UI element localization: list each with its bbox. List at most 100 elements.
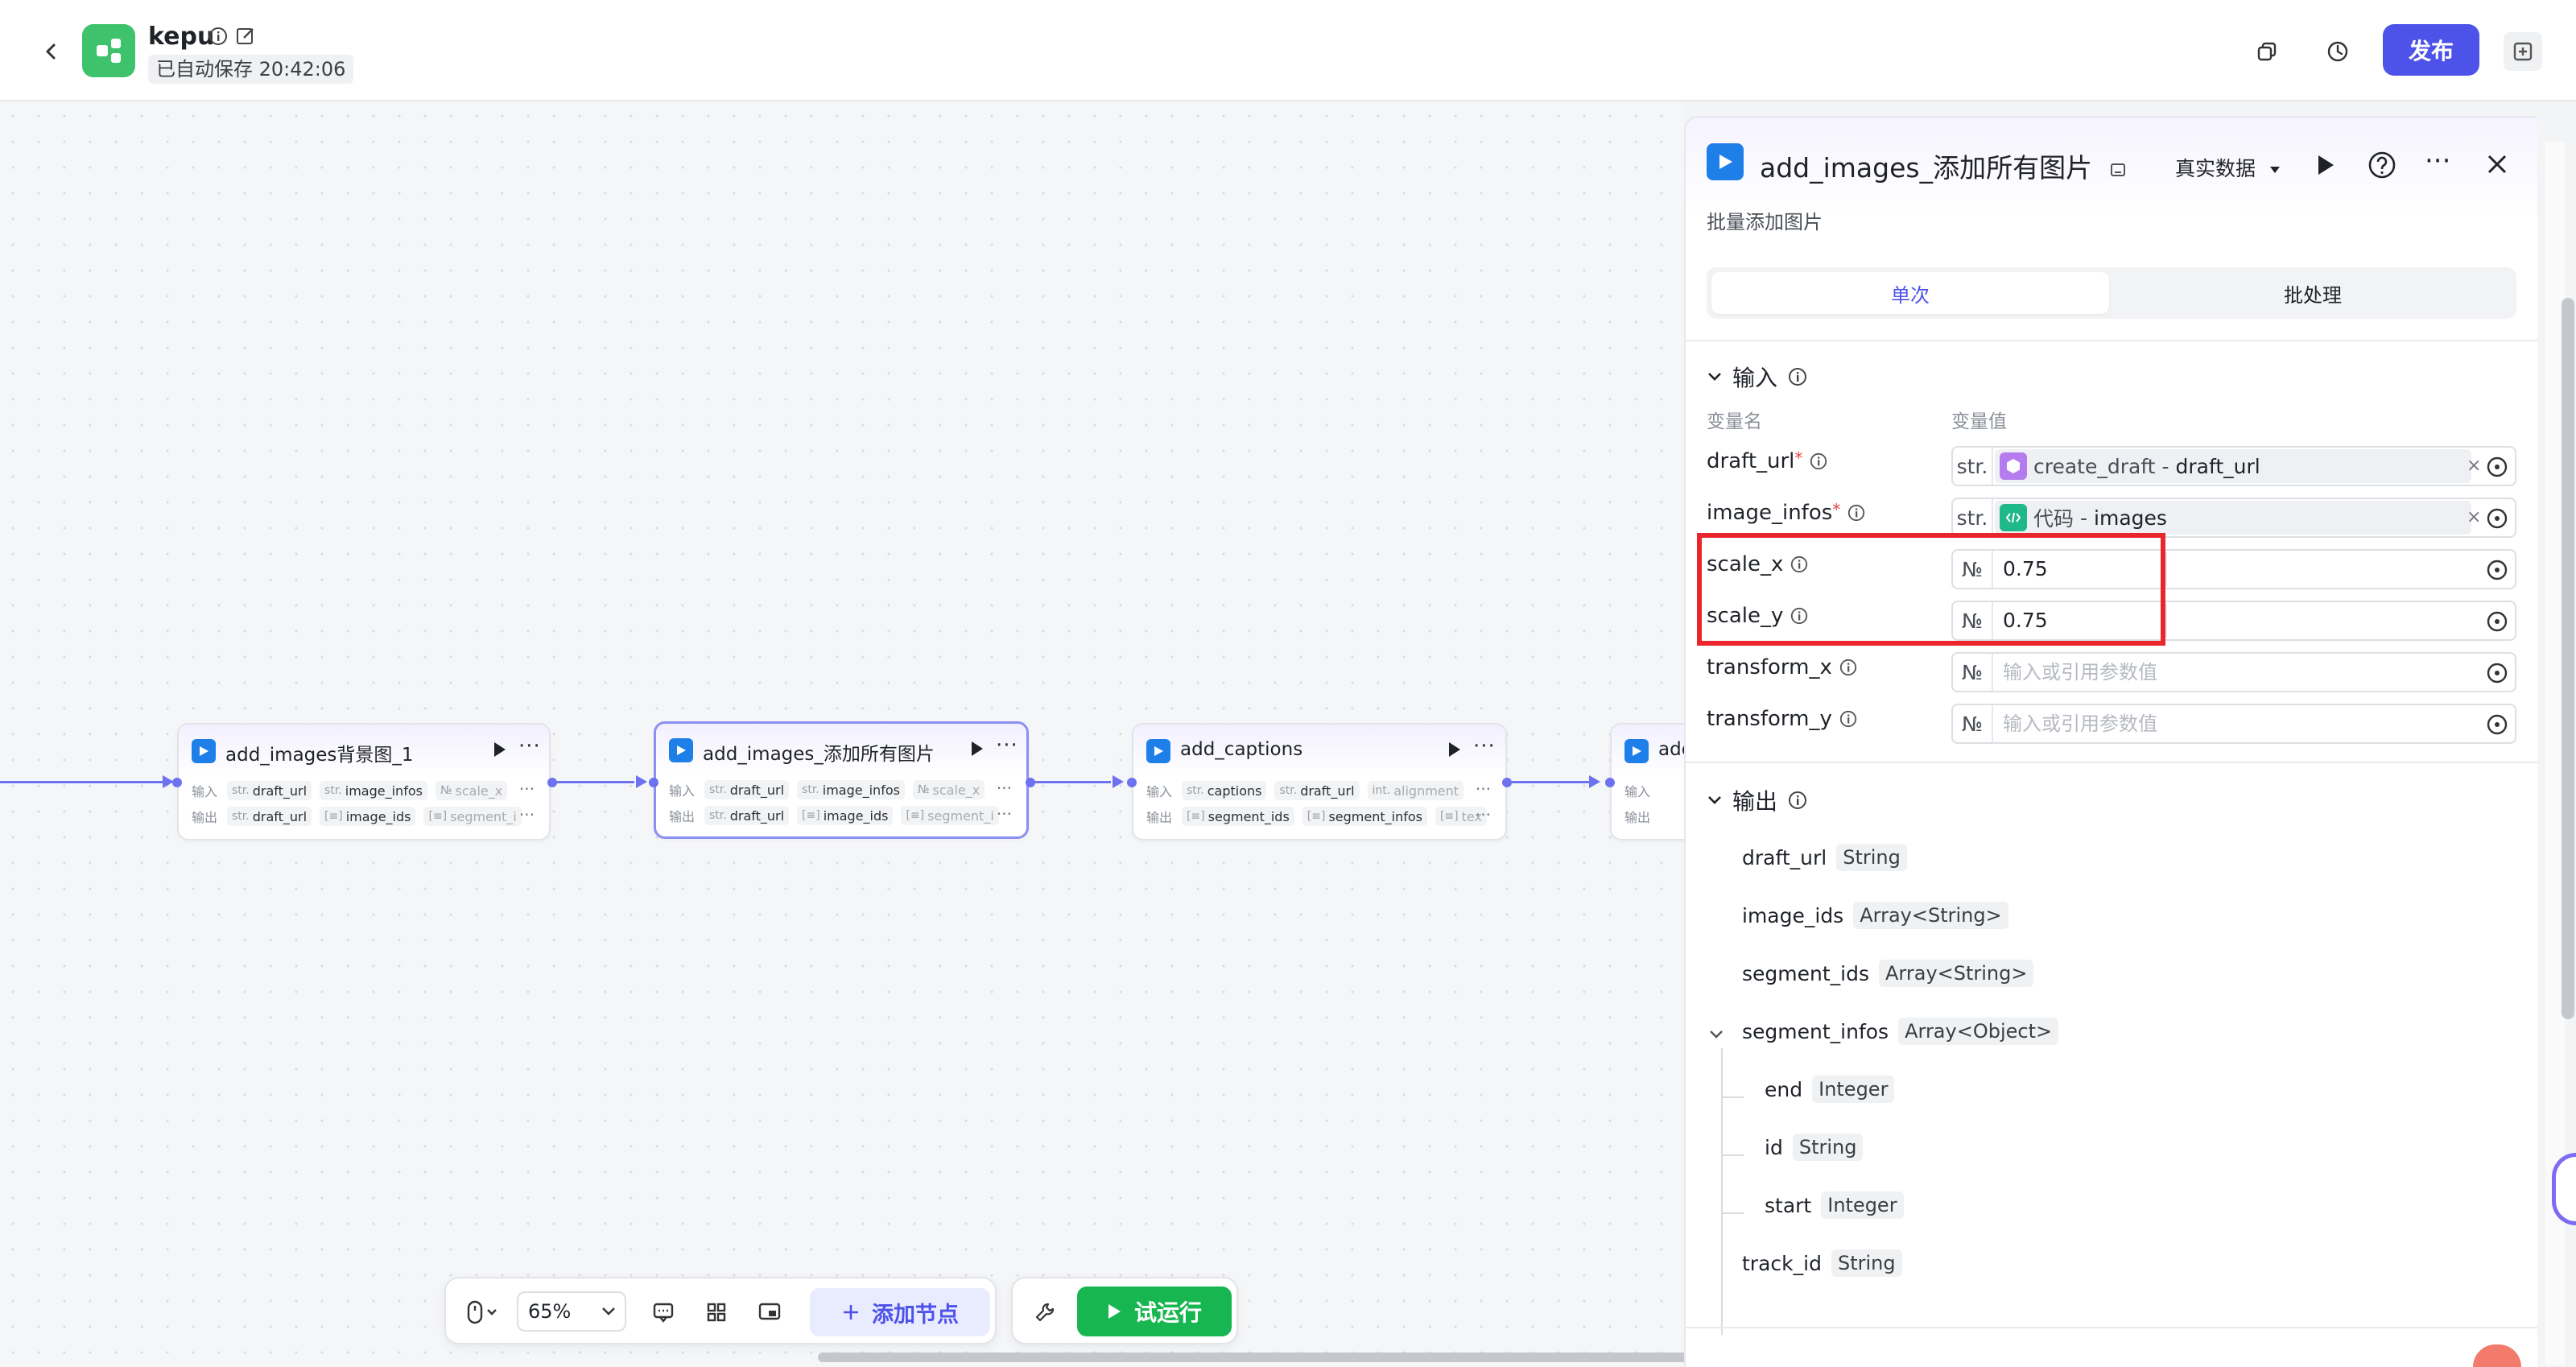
field-label-transform-y: transform_y	[1707, 707, 1858, 731]
transform-x-input[interactable]: № 输入或引用参数值	[1951, 652, 2516, 692]
tab-batch[interactable]: 批处理	[2114, 272, 2512, 314]
assistant-avatar[interactable]	[2552, 1153, 2576, 1225]
vertical-scrollbar[interactable]	[2562, 298, 2574, 1019]
run-node-icon[interactable]	[972, 741, 983, 756]
edge	[1032, 781, 1111, 783]
more-icon[interactable]: ···	[1473, 734, 1496, 758]
more-icon[interactable]: ···	[996, 733, 1018, 758]
debug-button[interactable]	[1027, 1295, 1063, 1330]
more-params-icon[interactable]: ···	[519, 779, 535, 799]
clear-button[interactable]: ×	[2467, 499, 2481, 536]
input-port[interactable]	[649, 778, 658, 787]
draft-url-input[interactable]: str. create_draft - draft_url ×	[1951, 446, 2516, 486]
divider	[1686, 1327, 2537, 1328]
help-icon[interactable]	[2367, 150, 2397, 180]
param-name: draft_url	[252, 808, 308, 824]
param-chip: str. image_infos	[797, 780, 905, 799]
caret-down-icon	[2269, 167, 2280, 173]
reference-target-icon[interactable]	[2486, 713, 2508, 736]
row-label: 输入	[1146, 784, 1173, 799]
code-icon	[2000, 504, 2027, 531]
test-run-button[interactable]: 试运行	[1077, 1286, 1232, 1336]
info-icon[interactable]	[1839, 658, 1858, 677]
more-icon[interactable]: ···	[2425, 145, 2450, 177]
panel-toggle-button[interactable]	[2504, 32, 2542, 71]
info-icon[interactable]	[208, 26, 229, 47]
more-params-icon[interactable]: ···	[997, 804, 1012, 824]
interaction-mode-button[interactable]	[459, 1295, 507, 1330]
reference-chip[interactable]: create_draft - draft_url	[1995, 449, 2471, 483]
more-params-icon[interactable]: ···	[997, 778, 1012, 798]
workflow-canvas[interactable]: add_images背景图_1 ··· 输入 str. draft_url str…	[0, 103, 1684, 1367]
comment-button[interactable]	[646, 1295, 681, 1330]
param-name: segment_i	[450, 808, 517, 824]
node-output-row: 输出 str. draft_url [≡] image_ids [≡] segment…	[192, 803, 549, 829]
param-name: scale_x	[455, 783, 503, 799]
input-port[interactable]	[1605, 778, 1615, 787]
node-title: add_images_添加所有图片	[703, 744, 935, 765]
row-label: 输出	[192, 810, 218, 825]
image-infos-input[interactable]: str. 代码 - images ×	[1951, 498, 2516, 538]
panel-title[interactable]: add_images_添加所有图片	[1760, 147, 2127, 185]
info-icon[interactable]	[1787, 366, 1808, 387]
node-type-icon	[192, 739, 216, 763]
publish-button[interactable]: 发布	[2383, 24, 2479, 76]
type-tag: [≡]	[1439, 810, 1459, 823]
input-port[interactable]	[172, 778, 182, 787]
zoom-select[interactable]: 65%	[517, 1291, 626, 1332]
chevron-down-icon[interactable]	[1708, 1029, 1724, 1040]
output-section-toggle[interactable]: 输出	[1707, 784, 1808, 816]
edit-name-icon[interactable]	[2109, 161, 2127, 179]
output-port[interactable]	[1502, 778, 1512, 787]
reference-target-icon[interactable]	[2486, 610, 2508, 633]
data-mode-dropdown[interactable]: 真实数据	[2175, 153, 2281, 182]
more-params-icon[interactable]: ···	[519, 805, 535, 824]
run-node-icon[interactable]	[494, 742, 506, 757]
input-port[interactable]	[1127, 778, 1137, 787]
input-section-toggle[interactable]: 输入	[1707, 361, 1808, 393]
more-icon[interactable]: ···	[518, 734, 541, 758]
edit-icon[interactable]	[235, 26, 256, 47]
type-tag: str.	[709, 783, 727, 796]
workflow-node[interactable]: add 输入 输出	[1610, 723, 1684, 840]
info-icon[interactable]	[1787, 790, 1808, 811]
reference-target-icon[interactable]	[2486, 662, 2508, 684]
info-icon[interactable]	[1839, 709, 1858, 729]
layout-button[interactable]	[699, 1295, 734, 1330]
reference-target-icon[interactable]	[2486, 507, 2508, 530]
type-tag: [≡]	[906, 809, 925, 822]
output-port[interactable]	[547, 778, 557, 787]
workflow-node-selected[interactable]: add_images_添加所有图片 ··· 输入 str. draft_url s…	[654, 721, 1029, 839]
tree-line	[1721, 1212, 1744, 1214]
info-icon[interactable]	[1809, 452, 1828, 471]
info-icon[interactable]	[1847, 503, 1866, 522]
reference-target-icon[interactable]	[2486, 456, 2508, 478]
more-params-icon[interactable]: ···	[1476, 805, 1491, 824]
workflow-node[interactable]: add_captions ··· 输入 str. captions str. dra…	[1132, 723, 1507, 840]
reference-chip[interactable]: 代码 - images	[1995, 501, 2471, 535]
node-input-row: 输入 str. draft_url str. image_infos № scale_…	[669, 777, 1026, 803]
output-field-expandable[interactable]: segment_infos Array<Object>	[1742, 1018, 2059, 1045]
workflow-node[interactable]: add_images背景图_1 ··· 输入 str. draft_url str…	[177, 723, 551, 840]
param-name: segment_infos	[1328, 808, 1422, 824]
top-bar: kepu 已自动保存 20:42:06 发布	[0, 0, 2576, 101]
copy-icon	[2257, 42, 2277, 61]
back-button[interactable]	[35, 35, 68, 68]
run-icon[interactable]	[2315, 153, 2336, 177]
history-button[interactable]	[2318, 32, 2357, 71]
run-node-icon[interactable]	[1449, 742, 1460, 757]
minimap-button[interactable]	[752, 1295, 787, 1330]
more-params-icon[interactable]: ···	[1476, 779, 1491, 799]
close-icon[interactable]	[2484, 151, 2510, 177]
param-chip: str. image_infos	[320, 781, 427, 800]
add-node-button[interactable]: 添加节点	[810, 1288, 990, 1336]
clear-button[interactable]: ×	[2467, 448, 2481, 485]
output-port[interactable]	[1026, 778, 1035, 787]
reference-target-icon[interactable]	[2486, 559, 2508, 581]
run-toolbar: 试运行	[1011, 1277, 1238, 1344]
ref-source: 代码	[2033, 507, 2074, 531]
panel-title-text: add_images_添加所有图片	[1760, 152, 2093, 184]
tab-single[interactable]: 单次	[1711, 272, 2109, 314]
copy-button[interactable]	[2248, 32, 2286, 71]
transform-y-input[interactable]: № 输入或引用参数值	[1951, 704, 2516, 744]
